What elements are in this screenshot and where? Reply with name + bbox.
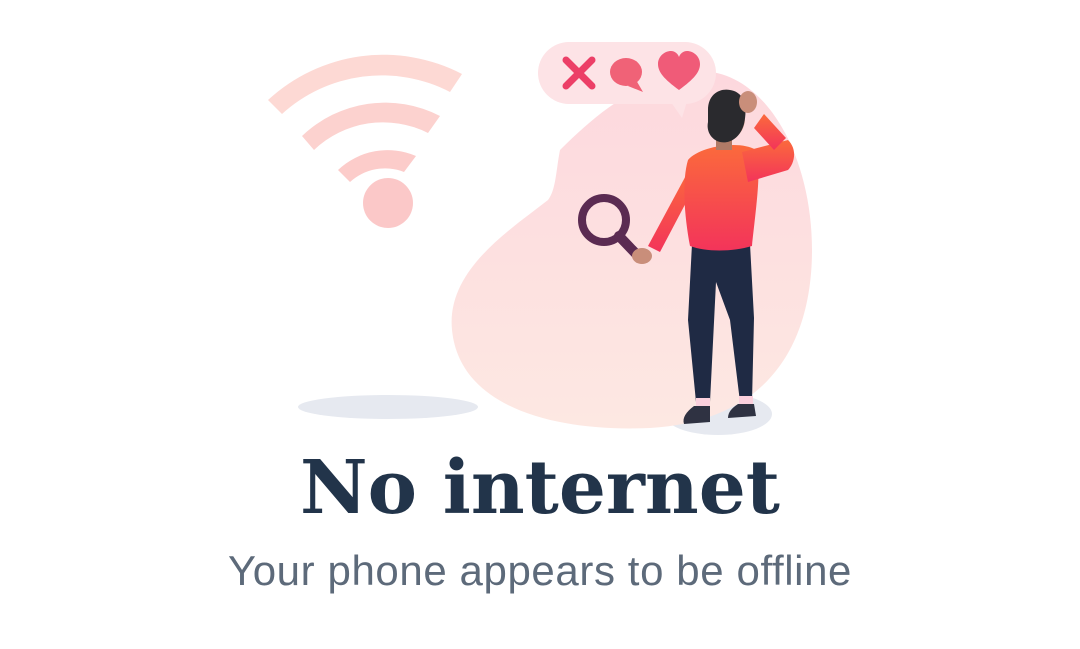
page-title: No internet xyxy=(300,445,780,531)
page-subtitle: Your phone appears to be offline xyxy=(227,547,853,594)
wifi-icon xyxy=(268,54,462,228)
no-internet-screen: No internet Your phone appears to be off… xyxy=(0,0,1080,649)
ground-shadow-left xyxy=(298,395,478,419)
no-internet-illustration xyxy=(268,42,812,435)
